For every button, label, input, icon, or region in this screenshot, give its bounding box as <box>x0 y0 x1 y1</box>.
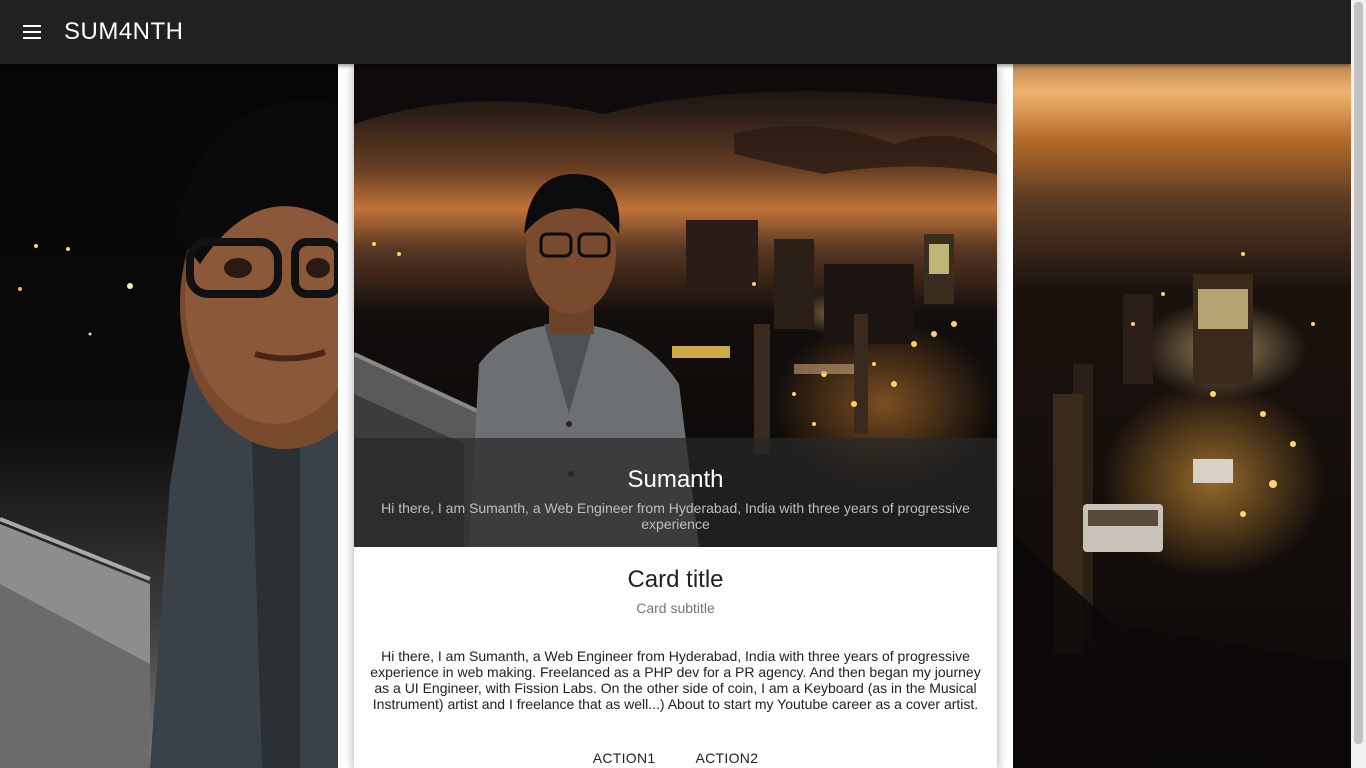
scrollbar-thumb[interactable] <box>1354 2 1363 744</box>
page-scrollbar[interactable] <box>1351 0 1366 768</box>
action2-button[interactable]: ACTION2 <box>696 746 759 768</box>
card-title: Card title <box>627 566 724 593</box>
card-subtitle: Card subtitle <box>636 600 715 616</box>
app-title: SUM4NTH <box>64 18 184 45</box>
app-bar: SUM4NTH <box>0 0 1351 64</box>
card-actions: ACTION1 ACTION2 <box>354 746 997 768</box>
menu-button[interactable] <box>0 0 64 64</box>
background-photo-right <box>1013 0 1351 768</box>
card-hero-image: Sumanth Hi there, I am Sumanth, a Web En… <box>354 64 997 547</box>
action1-button[interactable]: ACTION1 <box>593 746 656 768</box>
hero-caption: Sumanth Hi there, I am Sumanth, a Web En… <box>354 438 997 547</box>
hero-name: Sumanth <box>627 466 724 493</box>
card-body-text: Hi there, I am Sumanth, a Web Engineer f… <box>370 648 981 712</box>
content-column: Sumanth Hi there, I am Sumanth, a Web En… <box>338 64 1013 768</box>
hamburger-menu-icon <box>23 25 41 39</box>
profile-card: Sumanth Hi there, I am Sumanth, a Web En… <box>354 64 997 768</box>
hero-description: Hi there, I am Sumanth, a Web Engineer f… <box>381 500 970 532</box>
background-photo-left <box>0 0 338 768</box>
